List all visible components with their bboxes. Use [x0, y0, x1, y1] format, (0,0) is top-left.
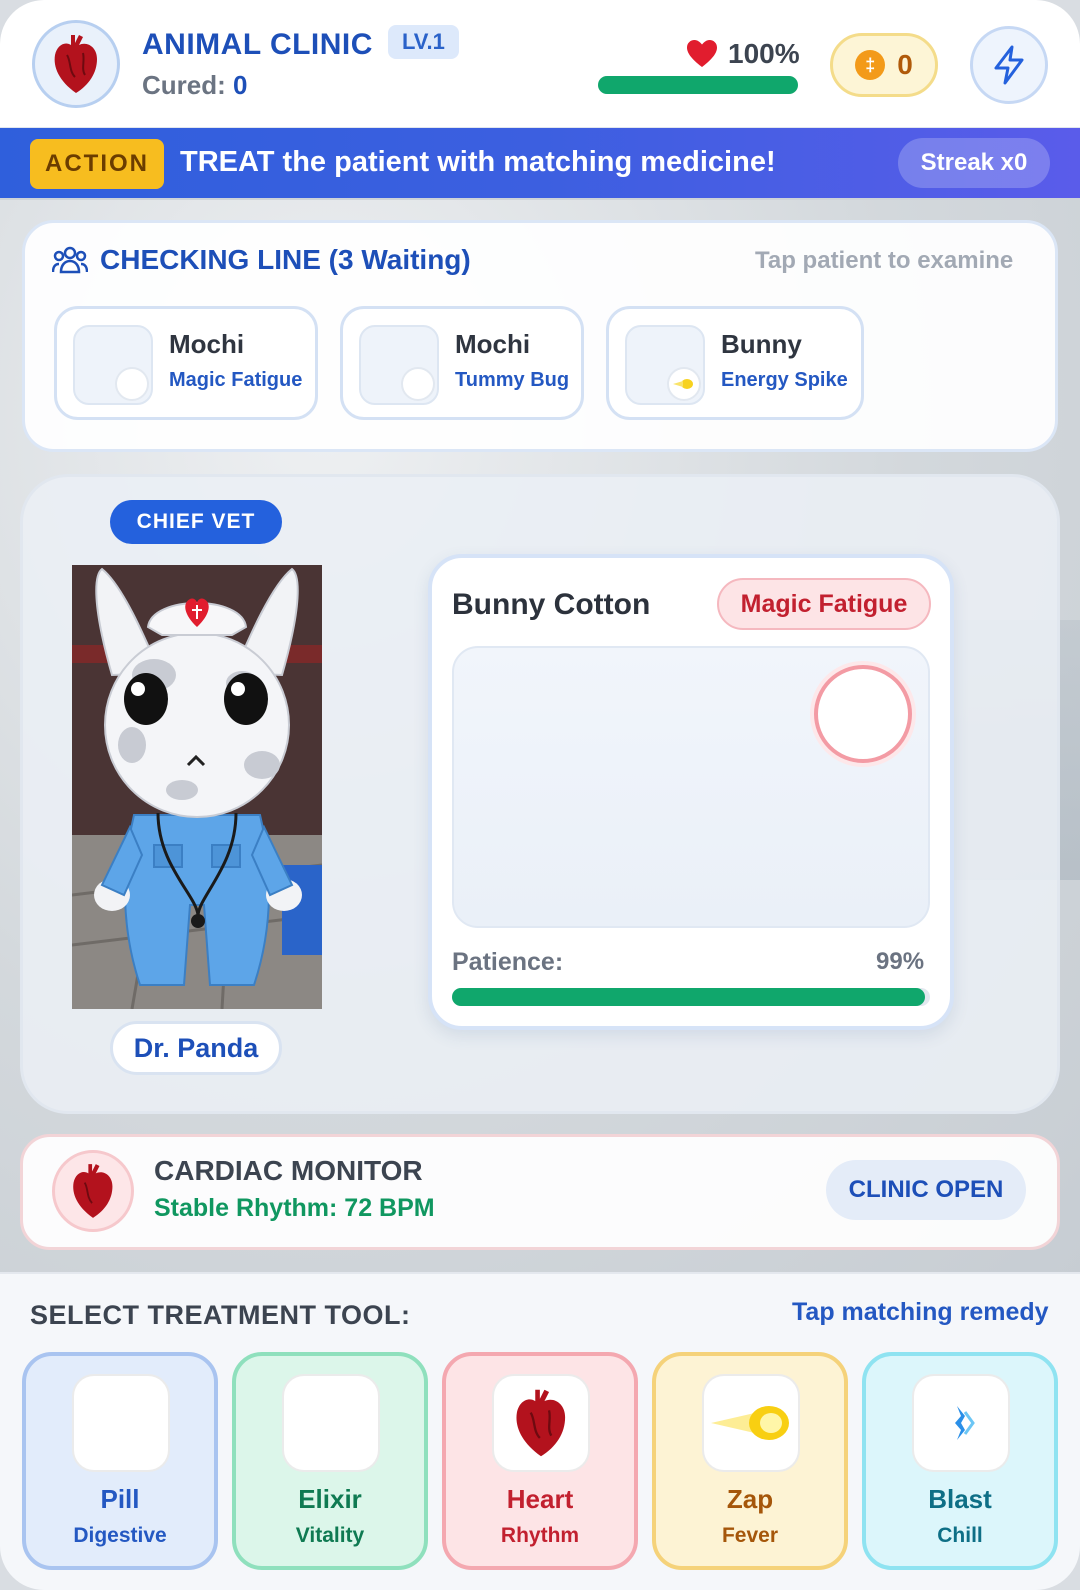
treatment-hint: Tap matching remedy	[792, 1298, 1049, 1326]
tool-subtitle: Vitality	[295, 1524, 365, 1547]
vet-name-label: Dr. Panda	[110, 1021, 282, 1075]
action-tag: ACTION	[30, 139, 164, 189]
chief-vet-badge: CHIEF VET	[110, 500, 282, 544]
lightning-icon	[994, 45, 1024, 85]
anatomical-heart-icon	[54, 35, 97, 93]
group-icon	[52, 246, 88, 274]
tool-zap-button[interactable]: Zap Fever	[652, 1352, 848, 1570]
tool-name: Heart	[506, 1484, 574, 1514]
zap-icon	[702, 1374, 800, 1472]
action-banner: ACTION TREAT the patient with matching m…	[0, 128, 1080, 198]
cured-count: 0	[233, 70, 248, 100]
tool-subtitle: Digestive	[73, 1524, 167, 1547]
checking-line-title: CHECKING LINE (3 Waiting)	[52, 244, 471, 276]
checking-line-hint: Tap patient to examine	[755, 247, 1014, 274]
patient-status-dot	[115, 367, 149, 401]
vet-character-illustration	[72, 565, 322, 1009]
health-percent: 100%	[728, 38, 800, 69]
queue-patient-card[interactable]: Bunny Energy Spike	[606, 306, 864, 420]
tool-heart-button[interactable]: Heart Rhythm	[442, 1352, 638, 1570]
patience-bar-fill	[452, 988, 926, 1006]
health-bar-fill	[598, 76, 798, 94]
tool-name: Blast	[928, 1484, 992, 1514]
patient-status-dot	[401, 367, 435, 401]
action-instruction: TREAT the patient with matching medicine…	[180, 146, 776, 178]
current-patient-name: Bunny Cotton	[452, 588, 651, 621]
patient-name: Mochi	[169, 329, 245, 359]
tool-elixir-button[interactable]: Elixir Vitality	[232, 1352, 428, 1570]
heart-icon	[687, 40, 717, 67]
patient-illness: Energy Spike	[721, 369, 848, 391]
checking-line-label: CHECKING LINE (3 Waiting)	[100, 244, 471, 275]
heart-icon	[492, 1374, 590, 1472]
pill-icon	[72, 1374, 170, 1472]
coin-counter: ‡ 0	[830, 33, 938, 97]
monitor-status: Stable Rhythm: 72 BPM	[154, 1194, 435, 1222]
game-frame: ANIMAL CLINIC LV.1 Cured: 0 100% ‡ 0 ACT…	[0, 0, 1080, 1590]
coin-count: 0	[897, 49, 913, 80]
anatomical-heart-icon	[73, 1164, 113, 1218]
coin-icon: ‡	[855, 50, 886, 80]
monitor-title: CARDIAC MONITOR	[154, 1155, 423, 1186]
patient-status-dot	[667, 367, 701, 401]
ice-blast-icon	[955, 1406, 975, 1440]
tool-name: Zap	[726, 1484, 774, 1514]
top-header: ANIMAL CLINIC LV.1 Cured: 0 100% ‡ 0	[0, 0, 1080, 128]
patience-label: Patience:	[452, 948, 564, 976]
game-title: ANIMAL CLINIC	[142, 28, 373, 61]
vet-character-portrait	[72, 565, 322, 1009]
patient-illness: Magic Fatigue	[169, 369, 303, 391]
clinic-logo	[32, 20, 120, 108]
elixir-icon	[282, 1374, 380, 1472]
tool-name: Elixir	[298, 1484, 362, 1514]
current-illness-badge: Magic Fatigue	[717, 578, 931, 630]
tool-blast-button[interactable]: Blast Chill	[862, 1352, 1058, 1570]
power-button[interactable]	[970, 26, 1048, 104]
clinic-status-button[interactable]: CLINIC OPEN	[826, 1160, 1026, 1220]
tool-pill-button[interactable]: Pill Digestive	[22, 1352, 218, 1570]
queue-patient-card[interactable]: Mochi Magic Fatigue	[54, 306, 318, 420]
energy-spike-icon	[673, 379, 693, 389]
cured-label: Cured:	[142, 70, 226, 100]
fireball-icon	[711, 1406, 789, 1440]
tool-subtitle: Chill	[937, 1524, 983, 1547]
health-bar	[598, 76, 798, 94]
anatomical-heart-icon	[516, 1389, 566, 1457]
health-readout: 100%	[686, 38, 800, 70]
monitor-heart-badge	[52, 1150, 134, 1232]
tool-name: Pill	[100, 1484, 140, 1514]
streak-badge: Streak x0	[898, 138, 1050, 188]
cured-counter: Cured: 0	[142, 70, 247, 101]
blast-icon	[912, 1374, 1010, 1472]
patient-name: Bunny	[721, 329, 802, 359]
tool-subtitle: Rhythm	[500, 1524, 580, 1547]
treatment-target-ring[interactable]	[814, 665, 912, 763]
queue-patient-card[interactable]: Mochi Tummy Bug	[340, 306, 584, 420]
patient-illness: Tummy Bug	[455, 369, 570, 391]
patient-name: Mochi	[455, 329, 531, 359]
patience-value: 99%	[876, 948, 925, 975]
tool-subtitle: Fever	[721, 1524, 779, 1547]
treatment-title: SELECT TREATMENT TOOL:	[30, 1300, 411, 1330]
patience-bar	[452, 988, 930, 1006]
level-badge: LV.1	[388, 25, 459, 59]
